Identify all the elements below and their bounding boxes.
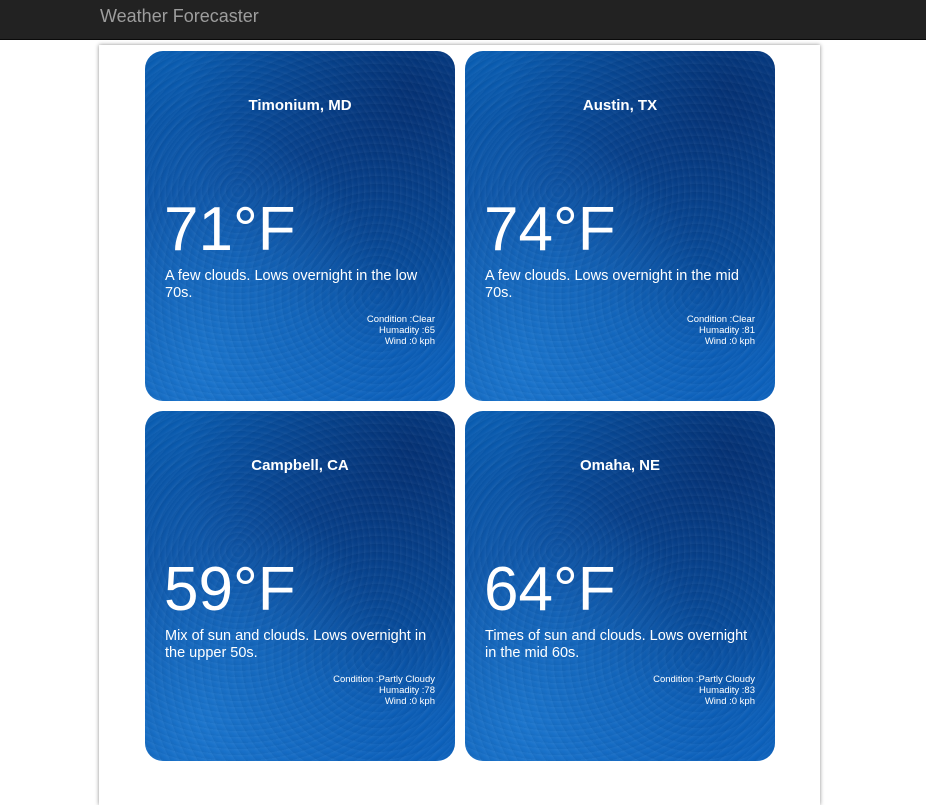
- wind-text: Wind :0 kph: [704, 696, 755, 707]
- weather-card: Timonium, MD 71°F A few clouds. Lows ove…: [145, 51, 455, 401]
- forecast-description: A few clouds. Lows overnight in the low …: [165, 268, 418, 301]
- wind-text: Wind :0 kph: [384, 696, 435, 707]
- temperature: 74°F: [484, 195, 616, 264]
- humidity-text: Humadity :78: [379, 685, 435, 696]
- condition-text: Condition :Partly Cloudy: [653, 674, 755, 685]
- app-brand-link[interactable]: Weather Forecaster: [100, 6, 259, 26]
- weather-details: Condition :Partly Cloudy Humadity :78 Wi…: [333, 674, 435, 707]
- wind-text: Wind :0 kph: [704, 336, 755, 347]
- weather-card: Omaha, NE 64°F Times of sun and clouds. …: [465, 411, 775, 761]
- temperature: 59°F: [164, 555, 296, 624]
- condition-text: Condition :Clear: [686, 314, 755, 325]
- wind-text: Wind :0 kph: [384, 336, 435, 347]
- city-name: Campbell, CA: [251, 457, 349, 474]
- condition-text: Condition :Partly Cloudy: [333, 674, 435, 685]
- weather-card: Campbell, CA 59°F Mix of sun and clouds.…: [145, 411, 455, 761]
- city-name: Austin, TX: [582, 97, 658, 114]
- temperature: 71°F: [164, 195, 296, 264]
- weather-details: Condition :Clear Humadity :81 Wind :0 kp…: [687, 314, 755, 347]
- weather-card: Austin, TX 74°F A few clouds. Lows overn…: [465, 51, 775, 401]
- weather-details: Condition :Partly Cloudy Humadity :83 Wi…: [653, 674, 755, 707]
- forecast-description: Times of sun and clouds. Lows overnight …: [485, 628, 748, 661]
- city-name: Omaha, NE: [579, 457, 661, 474]
- humidity-text: Humadity :81: [699, 325, 755, 336]
- humidity-text: Humadity :65: [379, 325, 435, 336]
- forecast-description: Mix of sun and clouds. Lows overnight in…: [165, 628, 427, 661]
- forecast-description: A few clouds. Lows overnight in the mid …: [485, 268, 739, 301]
- condition-text: Condition :Clear: [366, 314, 435, 325]
- humidity-text: Humadity :83: [699, 685, 755, 696]
- temperature: 64°F: [484, 555, 616, 624]
- city-name: Timonium, MD: [248, 97, 352, 114]
- top-navbar: Weather Forecaster: [0, 0, 926, 40]
- weather-details: Condition :Clear Humadity :65 Wind :0 kp…: [367, 314, 435, 347]
